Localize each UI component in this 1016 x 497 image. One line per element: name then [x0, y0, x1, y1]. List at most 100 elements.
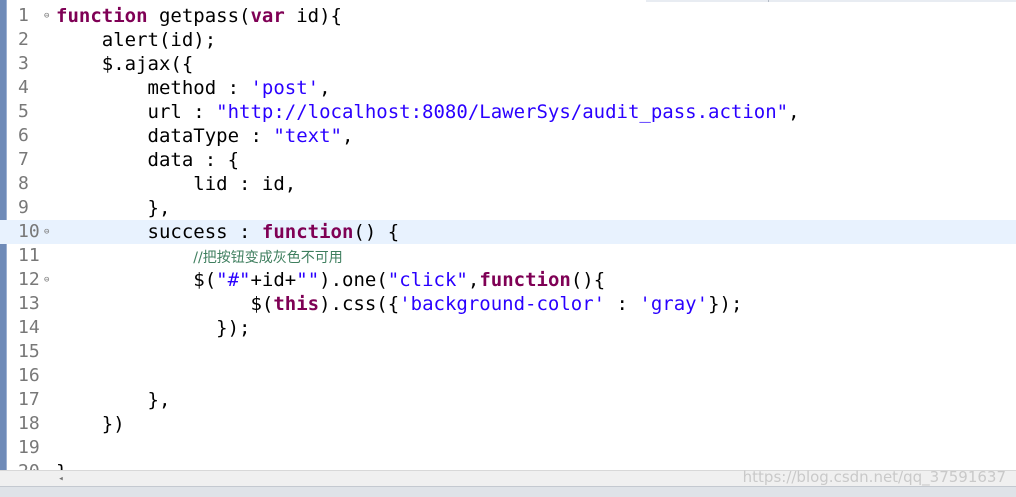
code-token: }); [56, 317, 251, 339]
string-token: 'gray' [639, 293, 709, 315]
code-token: alert(id); [56, 29, 217, 51]
code-text[interactable]: dataType : "text", [56, 124, 354, 148]
comment-token: //把按钮变成灰色不可用 [193, 250, 343, 266]
code-line[interactable]: 18 }) [0, 412, 1016, 436]
line-number: 13 [18, 293, 40, 314]
code-token: url : [56, 101, 217, 123]
fold-toggle-icon[interactable]: ⊖ [44, 220, 54, 244]
code-line[interactable]: 14 }); [0, 316, 1016, 340]
string-token: "click" [387, 269, 468, 291]
code-token: : [605, 293, 640, 315]
line-number: 19 [18, 437, 40, 458]
fold-toggle-icon [44, 292, 54, 316]
string-token: 'post' [250, 77, 320, 99]
fold-toggle-icon [44, 100, 54, 124]
code-text[interactable]: }); [56, 316, 250, 340]
fold-toggle-icon [44, 316, 54, 340]
watermark-text: https://blog.csdn.net/qq_37591637 [742, 468, 1006, 486]
code-token: $( [56, 269, 217, 291]
keyword-token: function [479, 269, 571, 291]
fold-toggle-icon [44, 28, 54, 52]
code-text[interactable]: $.ajax({ [56, 52, 194, 76]
line-number: 11 [18, 245, 40, 266]
string-token: "http://localhost:8080/LawerSys/audit_pa… [216, 101, 789, 123]
code-line[interactable]: 11 //把按钮变成灰色不可用 [0, 244, 1016, 268]
scroll-left-arrow-icon[interactable]: ◂ [56, 473, 66, 485]
code-line[interactable]: 1 ⊖ function getpass(var id){ [0, 4, 1016, 28]
code-token: , [341, 125, 354, 147]
code-text[interactable]: $(this).css({'background-color' : 'gray'… [56, 292, 742, 316]
code-text[interactable]: alert(id); [56, 28, 216, 52]
code-token: data : { [56, 149, 240, 171]
code-token: () { [353, 221, 400, 243]
fold-toggle-icon[interactable]: ⊖ [44, 4, 54, 28]
line-number: 17 [18, 389, 40, 410]
code-token: lid : id, [56, 173, 297, 195]
string-token: "" [296, 269, 320, 291]
code-line[interactable]: 12 ⊖ $("#"+id+"").one("click",function(){ [0, 268, 1016, 292]
code-token: }, [56, 197, 171, 219]
code-text[interactable]: }, [56, 196, 171, 220]
code-token: , [467, 269, 480, 291]
code-text[interactable]: function getpass(var id){ [56, 4, 342, 28]
line-number: 15 [18, 341, 40, 362]
code-token: $.ajax({ [56, 53, 194, 75]
code-line[interactable]: 17 }, [0, 388, 1016, 412]
fold-toggle-icon [44, 436, 54, 460]
fold-toggle-icon[interactable]: ⊖ [44, 268, 54, 292]
fold-toggle-icon [44, 76, 54, 100]
code-token: , [788, 101, 800, 123]
keyword-token: var [250, 5, 285, 27]
fold-toggle-icon [44, 412, 54, 436]
string-token: 'background-color' [399, 293, 606, 315]
code-line[interactable]: 4 method : 'post', [0, 76, 1016, 100]
line-number: 8 [18, 173, 29, 194]
code-text[interactable]: $("#"+id+"").one("click",function(){ [56, 268, 605, 292]
code-token: (){ [570, 269, 606, 291]
fold-toggle-icon [44, 52, 54, 76]
code-text[interactable]: }, [56, 388, 171, 412]
code-line[interactable]: 19 [0, 436, 1016, 460]
code-line[interactable]: 13 $(this).css({'background-color' : 'gr… [0, 292, 1016, 316]
line-number: 9 [18, 197, 29, 218]
code-line[interactable]: 3 $.ajax({ [0, 52, 1016, 76]
code-text[interactable]: }) [56, 412, 125, 436]
code-token: }, [56, 389, 171, 411]
code-line[interactable]: 9 }, [0, 196, 1016, 220]
code-text[interactable]: url : "http://localhost:8080/LawerSys/au… [56, 100, 800, 124]
line-number: 3 [18, 53, 29, 74]
keyword-token: function [56, 5, 148, 27]
code-token: }); [708, 293, 743, 315]
code-line[interactable]: 15 [0, 340, 1016, 364]
code-text[interactable]: method : 'post', [56, 76, 331, 100]
string-token: "#" [216, 269, 251, 291]
keyword-token: this [273, 293, 320, 315]
code-editor[interactable]: 1 ⊖ function getpass(var id){2 alert(id); 3… [0, 0, 1016, 497]
code-token: }) [56, 413, 125, 435]
fold-toggle-icon [44, 364, 54, 388]
code-token: ).css({ [319, 293, 400, 315]
code-token: getpass( [147, 5, 251, 27]
code-line[interactable]: 7 data : { [0, 148, 1016, 172]
code-token: ).one( [319, 269, 388, 291]
code-text[interactable]: data : { [56, 148, 240, 172]
line-number: 14 [18, 317, 40, 338]
code-token: id){ [284, 5, 342, 27]
code-text[interactable]: //把按钮变成灰色不可用 [56, 244, 343, 268]
code-token: success : [56, 221, 262, 243]
keyword-token: function [261, 221, 354, 243]
code-line[interactable]: 5 url : "http://localhost:8080/LawerSys/… [0, 100, 1016, 124]
fold-toggle-icon [44, 196, 54, 220]
code-line[interactable]: 6 dataType : "text", [0, 124, 1016, 148]
fold-toggle-icon [44, 124, 54, 148]
code-line[interactable]: 16 [0, 364, 1016, 388]
code-line[interactable]: 2 alert(id); [0, 28, 1016, 52]
code-token: , [319, 77, 331, 99]
line-number: 12 [18, 269, 40, 290]
code-text[interactable]: lid : id, [56, 172, 296, 196]
code-text[interactable]: success : function() { [56, 220, 400, 244]
code-token: +id+ [250, 269, 297, 291]
code-line[interactable]: 8 lid : id, [0, 172, 1016, 196]
code-line[interactable]: 10 ⊖ success : function() { [0, 220, 1016, 244]
